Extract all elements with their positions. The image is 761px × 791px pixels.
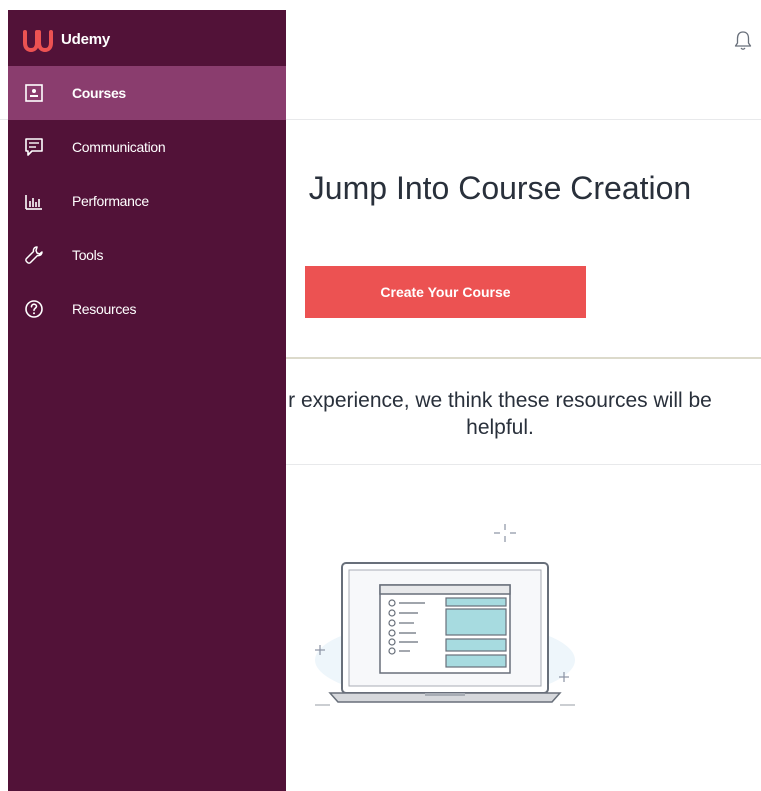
sidebar-item-communication[interactable]: Communication xyxy=(8,120,286,174)
create-course-button[interactable]: Create Your Course xyxy=(305,266,586,318)
bar-chart-icon xyxy=(25,195,42,210)
sidebar-item-courses[interactable]: Courses xyxy=(8,66,286,120)
section-divider xyxy=(286,357,761,359)
bell-icon[interactable] xyxy=(733,30,753,52)
sidebar-item-label: Courses xyxy=(72,85,126,101)
sidebar-item-label: Resources xyxy=(72,301,137,317)
wrench-icon xyxy=(25,246,43,264)
app-root: Jump Into Course Creation Create Your Co… xyxy=(0,0,761,791)
course-slide-icon xyxy=(25,84,43,102)
chat-bubble-icon xyxy=(25,138,43,156)
sidebar-item-label: Tools xyxy=(72,247,104,263)
sidebar-item-performance[interactable]: Performance xyxy=(8,174,286,228)
laptop-illustration xyxy=(315,524,575,706)
section-divider xyxy=(286,464,761,465)
sidebar-item-label: Communication xyxy=(72,139,166,155)
udemy-logo-icon xyxy=(23,30,53,52)
brand-name: Udemy xyxy=(61,31,111,48)
sidebar-item-label: Performance xyxy=(72,193,149,209)
question-circle-icon xyxy=(25,300,43,318)
sidebar-item-tools[interactable]: Tools xyxy=(8,228,286,282)
sidebar-item-resources[interactable]: Resources xyxy=(8,282,286,336)
brand[interactable]: Udemy xyxy=(8,10,286,66)
